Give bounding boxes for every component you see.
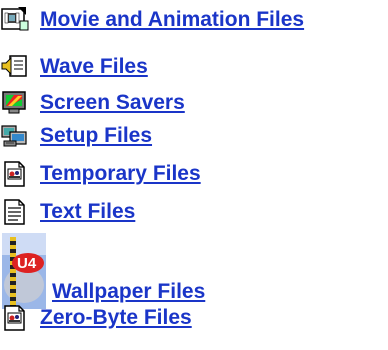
wave-sound-file-icon <box>0 52 32 82</box>
link-label[interactable]: Setup Files <box>40 124 152 148</box>
link-movie-animation-files[interactable]: Movie and Animation Files <box>0 5 304 35</box>
link-zero-byte-files[interactable]: Zero-Byte Files <box>0 303 192 333</box>
movie-file-icon <box>0 5 32 35</box>
link-label[interactable]: Zero-Byte Files <box>40 306 192 330</box>
wallpaper-image-icon: U4 <box>2 233 46 309</box>
link-label[interactable]: Wave Files <box>40 55 148 79</box>
link-text-files[interactable]: Text Files <box>0 197 135 227</box>
text-file-icon <box>0 197 32 227</box>
setup-computer-icon <box>0 121 32 151</box>
link-temporary-files[interactable]: Temporary Files <box>0 159 201 189</box>
link-setup-files[interactable]: Setup Files <box>0 121 152 151</box>
link-label[interactable]: Text Files <box>40 200 135 224</box>
temporary-file-icon <box>0 159 32 189</box>
link-wave-files[interactable]: Wave Files <box>0 52 148 82</box>
wallpaper-thumb-text: U4 <box>17 255 37 272</box>
zero-byte-file-icon <box>0 303 32 333</box>
link-label[interactable]: Temporary Files <box>40 162 201 186</box>
screen-saver-icon <box>0 88 32 118</box>
link-label[interactable]: Movie and Animation Files <box>40 8 304 32</box>
link-label[interactable]: Screen Savers <box>40 91 185 115</box>
link-screen-savers[interactable]: Screen Savers <box>0 88 185 118</box>
link-label[interactable]: Wallpaper Files <box>52 280 205 304</box>
